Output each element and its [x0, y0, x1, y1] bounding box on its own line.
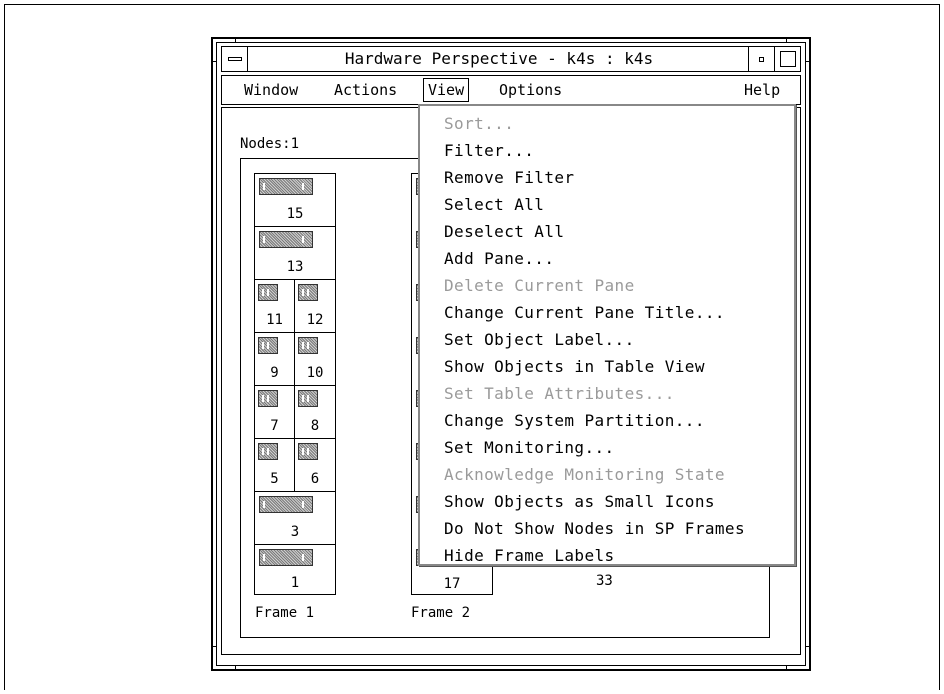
node-row: 3 [255, 492, 335, 545]
node-1[interactable]: 1 [255, 545, 335, 595]
menu-help[interactable]: Help [740, 79, 784, 101]
node-7[interactable]: 7 [255, 386, 295, 438]
menu-item-hide-nodes-in-frames[interactable]: Do Not Show Nodes in SP Frames [444, 515, 745, 542]
node-icon [258, 284, 278, 301]
node-row: 5 6 [255, 439, 335, 492]
menu-actions[interactable]: Actions [330, 79, 401, 101]
node-row: 1 [255, 545, 335, 595]
node-number: 6 [310, 471, 320, 487]
menu-item-small-icons[interactable]: Show Objects as Small Icons [444, 488, 715, 515]
window-menu-button[interactable] [222, 47, 248, 71]
frame-1[interactable]: 15 13 11 12 9 10 7 8 5 6 3 1 [254, 173, 336, 595]
window-menu-icon [227, 57, 242, 61]
menu-item-delete-current-pane: Delete Current Pane [444, 276, 635, 295]
resize-handle[interactable] [235, 665, 236, 671]
resize-handle[interactable] [805, 646, 811, 647]
menu-item-add-pane[interactable]: Add Pane... [444, 245, 554, 272]
menu-item-filter[interactable]: Filter... [444, 137, 534, 164]
frame-2-label: Frame 2 [411, 605, 471, 621]
resize-handle[interactable] [235, 37, 236, 43]
menu-item-change-pane-title[interactable]: Change Current Pane Title... [444, 299, 725, 326]
node-icon [298, 337, 318, 354]
node-row: 7 8 [255, 386, 335, 439]
menu-options[interactable]: Options [495, 79, 566, 101]
node-icon [259, 231, 313, 248]
nodes-count-label: Nodes:1 [240, 136, 300, 152]
menu-item-deselect-all[interactable]: Deselect All [444, 218, 564, 245]
node-row: 15 [255, 174, 335, 227]
node-8[interactable]: 8 [295, 386, 335, 438]
node-number: 1 [290, 575, 300, 591]
node-icon [259, 549, 313, 566]
menu-item-remove-filter[interactable]: Remove Filter [444, 164, 574, 191]
menu-item-show-table-view[interactable]: Show Objects in Table View [444, 353, 705, 380]
menu-item-change-system-partition[interactable]: Change System Partition... [444, 407, 705, 434]
node-13[interactable]: 13 [255, 227, 335, 279]
menu-item-hide-frame-labels[interactable]: Hide Frame Labels [444, 542, 615, 569]
node-number: 10 [306, 365, 324, 381]
node-number: 9 [270, 365, 279, 381]
title-bar[interactable]: Hardware Perspective - k4s : k4s [221, 46, 801, 72]
node-3[interactable]: 3 [255, 492, 335, 544]
minimize-button[interactable] [748, 47, 774, 71]
node-33[interactable]: 33 [596, 573, 613, 589]
node-icon [258, 337, 278, 354]
menu-item-acknowledge-monitoring: Acknowledge Monitoring State [444, 465, 725, 484]
menu-window[interactable]: Window [240, 79, 302, 101]
node-11[interactable]: 11 [255, 280, 295, 332]
node-6[interactable]: 6 [295, 439, 335, 491]
node-icon [259, 178, 313, 195]
node-icon [298, 390, 318, 407]
menu-item-select-all[interactable]: Select All [444, 191, 544, 218]
node-number: 13 [286, 259, 304, 275]
view-dropdown-menu: Sort... Filter... Remove Filter Select A… [418, 104, 796, 566]
node-9[interactable]: 9 [255, 333, 295, 385]
node-number: 7 [270, 418, 279, 434]
node-15[interactable]: 15 [255, 174, 335, 226]
node-row: 9 10 [255, 333, 335, 386]
resize-handle[interactable] [211, 61, 217, 62]
node-number: 3 [290, 524, 300, 540]
window-title: Hardware Perspective - k4s : k4s [344, 49, 654, 68]
resize-handle[interactable] [786, 37, 787, 43]
node-row: 11 12 [255, 280, 335, 333]
menu-view[interactable]: View [423, 78, 470, 102]
node-17[interactable]: 17 [412, 576, 492, 592]
node-icon [258, 443, 278, 460]
node-icon [259, 496, 313, 513]
node-10[interactable]: 10 [295, 333, 335, 385]
menu-item-sort: Sort... [444, 114, 515, 133]
node-5[interactable]: 5 [255, 439, 295, 491]
menu-item-set-table-attributes: Set Table Attributes... [444, 384, 675, 403]
node-icon [298, 443, 318, 460]
menu-item-set-object-label[interactable]: Set Object Label... [444, 326, 635, 353]
maximize-button[interactable] [774, 47, 800, 71]
resize-handle[interactable] [786, 665, 787, 671]
frame-1-label: Frame 1 [255, 605, 315, 621]
menu-item-set-monitoring[interactable]: Set Monitoring... [444, 434, 615, 461]
node-12[interactable]: 12 [295, 280, 335, 332]
node-number: 11 [266, 312, 283, 328]
node-number: 5 [270, 471, 279, 487]
node-icon [298, 284, 318, 301]
resize-handle[interactable] [805, 61, 811, 62]
minimize-icon [759, 56, 764, 62]
node-icon [258, 390, 278, 407]
resize-handle[interactable] [211, 646, 217, 647]
node-number: 12 [306, 312, 324, 328]
node-number: 8 [310, 418, 320, 434]
menu-bar: Window Actions View Options Help [221, 75, 801, 105]
node-number: 15 [286, 206, 304, 222]
node-row: 13 [255, 227, 335, 280]
maximize-icon [779, 51, 796, 67]
